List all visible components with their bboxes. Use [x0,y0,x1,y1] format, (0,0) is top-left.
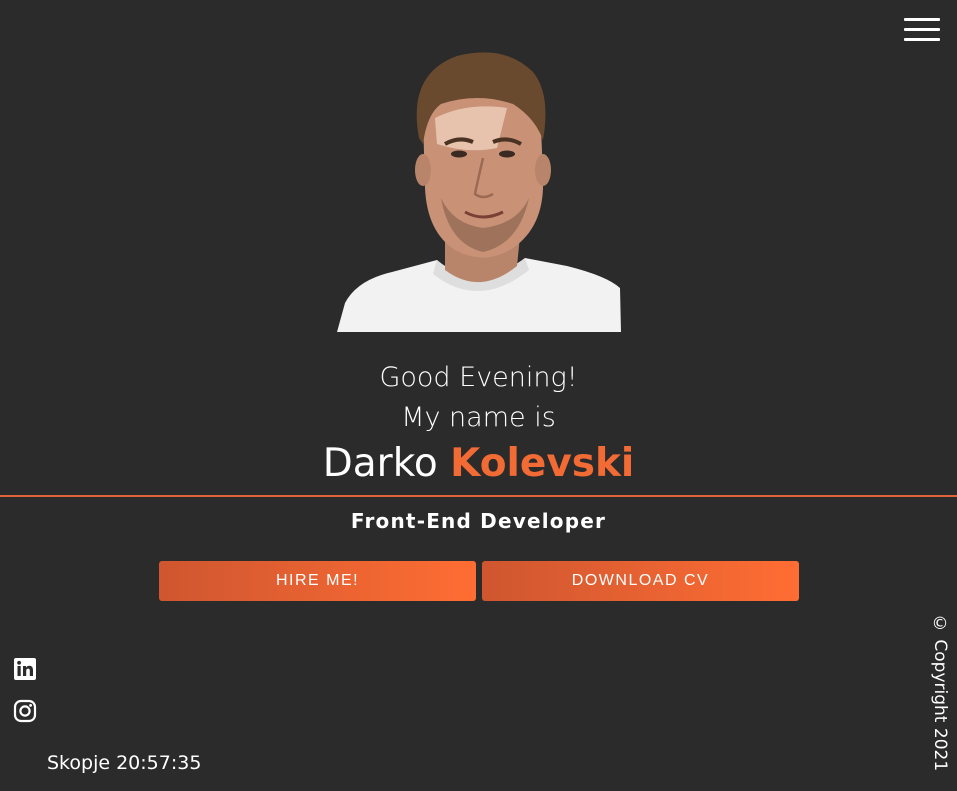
hamburger-menu-icon[interactable] [904,18,940,44]
job-title: Front-End Developer [350,509,607,533]
intro-text: My name is [401,402,556,433]
hire-me-button[interactable]: HIRE ME! [159,561,476,601]
copyright-text: © Copyright 2021 [930,614,950,772]
profile-photo [337,52,621,332]
portrait-ear-right [535,154,551,186]
portrait-eye-left [451,150,467,158]
linkedin-icon[interactable] [13,657,37,681]
last-name: Kolevski [450,441,635,486]
menu-bar-middle [904,28,940,31]
accent-divider [0,495,957,497]
location-clock: Skopje 20:57:35 [47,752,202,774]
hire-me-label: HIRE ME! [275,572,360,589]
portrait-eye-right [499,150,515,158]
menu-bar-bottom [904,38,940,41]
first-name: Darko [322,441,438,486]
download-cv-label: DOWNLOAD CV [571,572,710,589]
download-cv-button[interactable]: DOWNLOAD CV [482,561,799,601]
page: Good Evening! My name is Darko Kolevski … [0,0,957,791]
instagram-icon[interactable] [13,699,37,723]
full-name: Darko Kolevski [0,441,957,486]
menu-bar-top [904,18,940,21]
portrait-ear-left [415,154,431,186]
greeting-text: Good Evening! [379,362,578,393]
